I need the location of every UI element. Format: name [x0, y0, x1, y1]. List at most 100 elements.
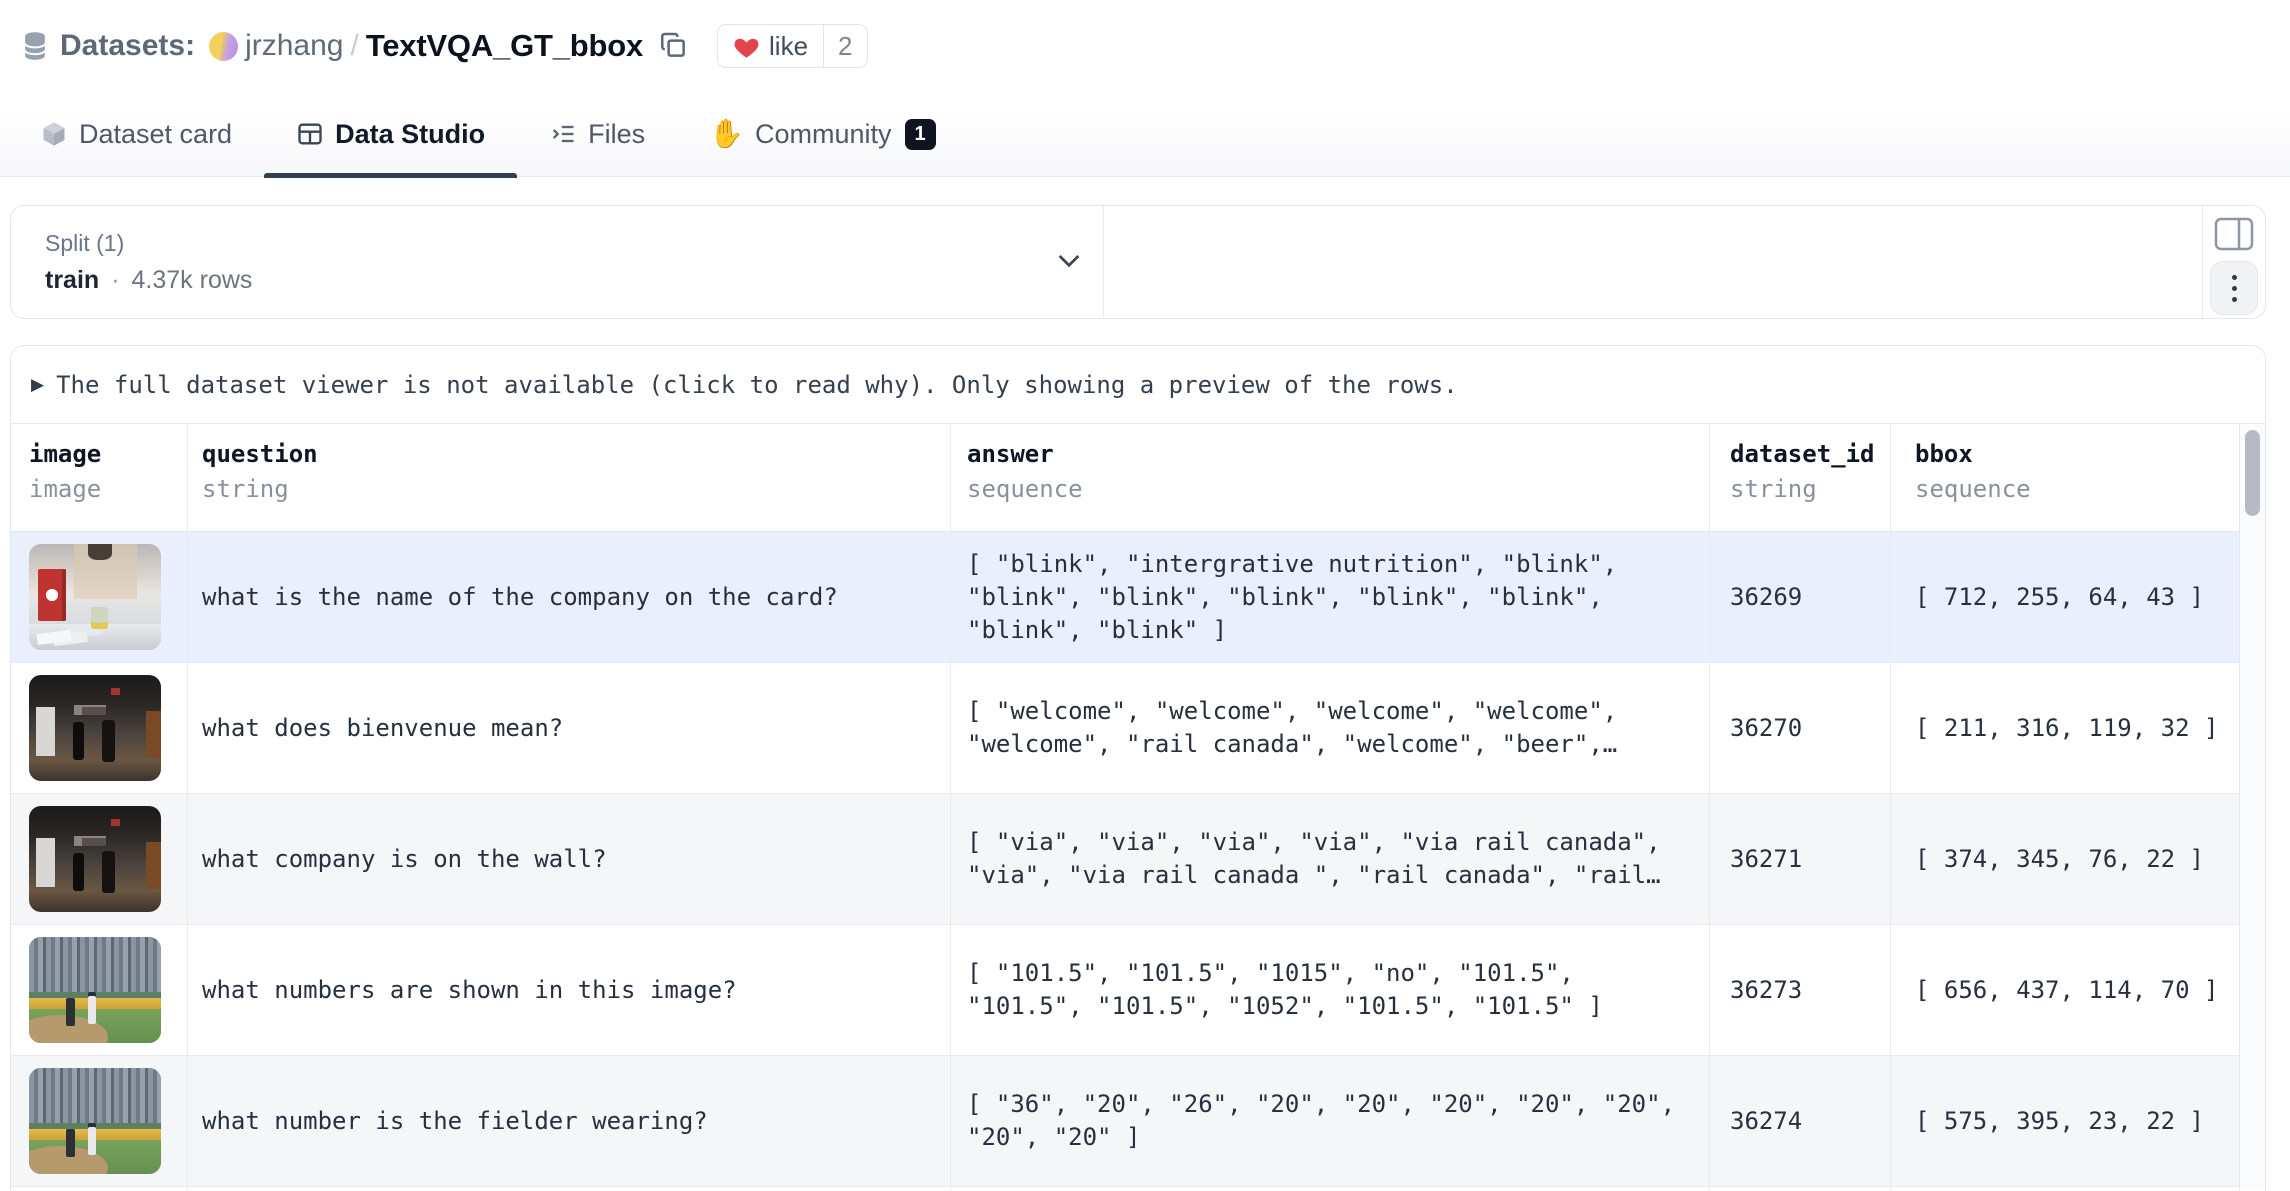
datasets-section-label: Datasets: [60, 29, 195, 63]
like-button[interactable]: like [718, 25, 823, 67]
file-tree-icon [549, 120, 577, 148]
cell-bbox: [ 211, 316, 119, 32 ] [1891, 663, 2239, 794]
column-type: string [202, 475, 930, 503]
column-header-image: image image [11, 424, 188, 532]
column-header-answer: answer sequence [951, 424, 1710, 532]
data-table: image image question string answer seque… [11, 424, 2239, 1190]
tab-dataset-card[interactable]: Dataset card [8, 92, 264, 176]
split-value: train [45, 266, 99, 295]
cell-answer: [ "36", "20", "26", "20", "20", "20", "2… [951, 1056, 1710, 1187]
columns-icon [2214, 217, 2254, 251]
owner-avatar[interactable] [209, 32, 238, 61]
chevron-down-icon [1053, 244, 1085, 281]
cell-question: what does bienvenue mean? [188, 663, 951, 794]
cell-question: what is the name of the company on the c… [188, 532, 951, 663]
active-tab-underline [264, 173, 517, 178]
answer-value: [ "welcome", "welcome", "welcome", "welc… [967, 695, 1689, 761]
cell-image [11, 1056, 188, 1187]
data-studio-icon [296, 120, 324, 148]
column-header-question: question string [188, 424, 951, 532]
tab-data-studio[interactable]: Data Studio [264, 92, 517, 176]
image-thumbnail[interactable] [29, 806, 161, 912]
dot-separator: · [111, 266, 119, 295]
cell-answer: [ "blink", "intergrative nutrition", "bl… [951, 532, 1710, 663]
dataset-card-icon [40, 120, 68, 148]
table-scrollbar-thumb[interactable] [2245, 430, 2260, 516]
column-type: image [29, 475, 187, 503]
cell-image [11, 794, 188, 925]
cell-dataset-id: 36269 [1710, 532, 1891, 663]
cell-dataset-id: 36273 [1710, 925, 1891, 1056]
tab-label: Files [588, 119, 645, 150]
answer-value: [ "101.5", "101.5", "1015", "no", "101.5… [967, 957, 1689, 1023]
more-options-button[interactable] [2210, 261, 2258, 315]
copy-icon [658, 30, 688, 60]
column-name: bbox [1915, 440, 2239, 468]
table-wrapper: image image question string answer seque… [11, 424, 2265, 1190]
cell-image [11, 925, 188, 1056]
dataset-title: TextVQA_GT_bbox [366, 28, 643, 64]
cell-answer: [ "via", "via", "via", "via", "via rail … [951, 794, 1710, 925]
answer-value: [ "blink", "intergrative nutrition", "bl… [967, 548, 1689, 647]
cell-bbox: [ 575, 395, 23, 22 ] [1891, 1056, 2239, 1187]
answer-value: [ "36", "20", "26", "20", "20", "20", "2… [967, 1088, 1689, 1154]
image-thumbnail[interactable] [29, 544, 161, 650]
heart-icon [733, 34, 760, 59]
viewer-toolbar: Split (1) train · 4.37k rows [10, 205, 2266, 319]
columns-toggle-button[interactable] [2214, 217, 2254, 251]
cell-question: what company is on the wall? [188, 794, 951, 925]
split-selector[interactable]: Split (1) train · 4.37k rows [11, 206, 1104, 318]
cell-dataset-id: 36271 [1710, 794, 1891, 925]
cell-bbox: [ 374, 345, 76, 22 ] [1891, 794, 2239, 925]
disclosure-triangle-icon: ▶ [31, 375, 44, 395]
cell-image [11, 663, 188, 794]
toolbar-spacer [1104, 206, 2203, 318]
like-widget: like 2 [717, 24, 867, 68]
toolbar-actions [2203, 206, 2265, 318]
answer-value: [ "via", "via", "via", "via", "via rail … [967, 826, 1689, 892]
split-row-count: 4.37k rows [132, 266, 253, 295]
tab-files[interactable]: Files [517, 92, 677, 176]
community-count-badge: 1 [905, 119, 936, 150]
like-count[interactable]: 2 [823, 25, 866, 67]
column-name: question [202, 440, 930, 468]
cell-dataset-id: 36270 [1710, 663, 1891, 794]
column-name: answer [967, 440, 1689, 468]
split-label: Split (1) [45, 230, 1103, 257]
notice-text: The full dataset viewer is not available… [56, 371, 1458, 399]
tab-community[interactable]: ✋ Community 1 [677, 92, 967, 176]
viewer-notice[interactable]: ▶ The full dataset viewer is not availab… [11, 346, 2265, 424]
tab-label: Dataset card [79, 119, 232, 150]
column-header-bbox: bbox sequence [1891, 424, 2239, 532]
cell-bbox: [ 712, 255, 64, 43 ] [1891, 532, 2239, 663]
cell-image [11, 532, 188, 663]
column-type: string [1730, 475, 1890, 503]
tab-bar: Dataset card Data Studio Files ✋ Communi… [0, 92, 2290, 177]
site-header: Datasets: jrzhang / TextVQA_GT_bbox like… [0, 0, 2290, 92]
copy-name-button[interactable] [657, 30, 689, 62]
cell-answer: [ "101.5", "101.5", "1015", "no", "101.5… [951, 925, 1710, 1056]
owner-link[interactable]: jrzhang [245, 29, 343, 63]
breadcrumb-separator: / [350, 29, 358, 63]
community-hand-icon: ✋ [709, 120, 744, 148]
image-thumbnail[interactable] [29, 675, 161, 781]
image-thumbnail[interactable] [29, 1068, 161, 1174]
cell-question: what number is the fielder wearing? [188, 1056, 951, 1187]
table-scrollbar-track[interactable] [2239, 424, 2265, 1190]
column-type: sequence [967, 475, 1689, 503]
cell-question: what numbers are shown in this image? [188, 925, 951, 1056]
like-label: like [769, 31, 808, 62]
column-name: dataset_id [1730, 440, 1890, 468]
column-name: image [29, 440, 187, 468]
cell-dataset-id: 36274 [1710, 1056, 1891, 1187]
cell-answer: [ "welcome", "welcome", "welcome", "welc… [951, 663, 1710, 794]
kebab-icon [2232, 275, 2237, 280]
cell-bbox: [ 656, 437, 114, 70 ] [1891, 925, 2239, 1056]
database-icon [20, 30, 50, 62]
datasets-viewer-page: Datasets: jrzhang / TextVQA_GT_bbox like… [0, 0, 2290, 1190]
column-header-dataset-id: dataset_id string [1710, 424, 1891, 532]
image-thumbnail[interactable] [29, 937, 161, 1043]
split-value-row: train · 4.37k rows [45, 266, 1103, 295]
dataset-table-card: ▶ The full dataset viewer is not availab… [10, 345, 2266, 1191]
tab-label: Data Studio [335, 119, 485, 150]
